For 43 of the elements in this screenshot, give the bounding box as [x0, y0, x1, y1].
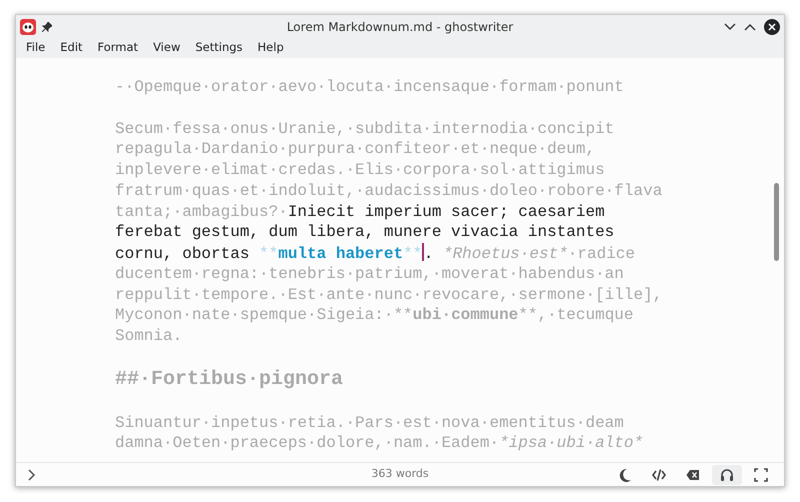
- menu-item[interactable]: File: [20, 38, 54, 58]
- text-run: .: [424, 245, 434, 263]
- moon-icon: [618, 468, 632, 482]
- text-run: cornu, obortas: [115, 245, 250, 263]
- window-title: Lorem Markdownum.md - ghostwriter: [286, 18, 514, 36]
- text-line: Myconon·nate·spemque·Sigeia:·**ubi·commune**,·tecumque: [115, 305, 634, 326]
- menu-item[interactable]: Settings: [189, 38, 252, 58]
- heading-line: ##·Fortibus·pignora: [115, 368, 344, 392]
- app-icon[interactable]: [20, 18, 36, 34]
- scrollbar-thumb[interactable]: [774, 183, 779, 261]
- headphones-icon: [720, 468, 734, 482]
- menu-item[interactable]: Help: [252, 38, 293, 58]
- minimize-chevron-icon[interactable]: [724, 22, 736, 30]
- headphones-button[interactable]: [712, 464, 742, 484]
- word-count: 363 words: [371, 466, 429, 482]
- pin-icon[interactable]: [42, 22, 52, 32]
- text-line: -·Opemque·orator·aevo·locuta·incensaque·formam·ponunt: [115, 77, 625, 98]
- text-run: **: [403, 245, 422, 263]
- text-run: **: [259, 245, 278, 263]
- text-line: ferebat gestum, dum libera, munere vivacia instantes: [115, 222, 616, 243]
- fullscreen-icon: [754, 468, 768, 482]
- menu-item[interactable]: View: [147, 38, 190, 58]
- text-line: tanta;·ambagibus?·Iniecit imperium sacer; caesariem: [115, 202, 606, 222]
- menu-item[interactable]: Format: [92, 38, 148, 58]
- text-line: ducentem·regna:·tenebris·patrium,·moverat·habendus·an: [115, 264, 625, 284]
- text-run: multa haberet: [278, 245, 404, 263]
- chevron-right-icon: [28, 468, 36, 480]
- text-line: reppulit·tempore.·Est·ante·nunc·revocare,·sermone·[ille],: [115, 284, 664, 306]
- text-run: *Rhoetus·est*: [442, 245, 568, 263]
- close-icon[interactable]: [764, 18, 780, 34]
- text-line: Sinuantur·inpetus·retia.·Pars·est·nova·ementitus·deam: [115, 412, 625, 434]
- backspace-icon: [686, 468, 700, 482]
- text-line: Secum·fessa·onus·Uranie,·subdita·internodia·concipit: [115, 118, 616, 140]
- maximize-chevron-icon[interactable]: [744, 22, 756, 30]
- text-run: ·radice: [568, 245, 636, 263]
- text-cursor: [422, 243, 424, 261]
- text-line: Somnia.: [115, 326, 184, 347]
- menu-item[interactable]: Edit: [54, 38, 92, 58]
- code-icon: [652, 468, 666, 482]
- text-line: repagula·Dardanio·purpura·confiteor·et·neque·deum,: [115, 139, 596, 160]
- text-line: damna·Oeten·praeceps·dolore,·nam.·Eadem·*ipsa·ubi·alto*: [115, 433, 644, 454]
- text-line: fratrum·quas·et·indoluit,·audacissimus·doleo·robore·flava: [115, 180, 664, 202]
- text-line: inplevere·elimat·credas.·Elis·corpora·sol·attigimus: [115, 160, 606, 181]
